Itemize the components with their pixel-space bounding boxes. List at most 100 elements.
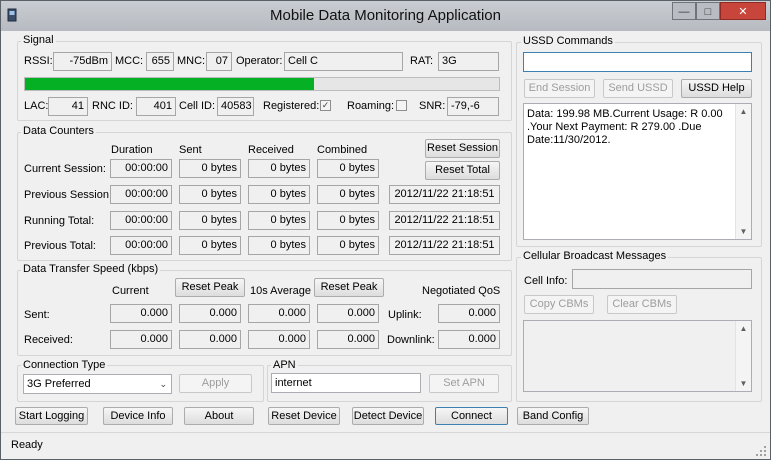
rat-value: 3G xyxy=(438,52,499,71)
rnc-id-label: RNC ID: xyxy=(92,100,133,112)
cbm-group-label: Cellular Broadcast Messages xyxy=(521,250,669,262)
average-header: 10s Average xyxy=(250,285,311,297)
received-label: Received: xyxy=(24,334,73,346)
data-counters-label: Data Counters xyxy=(21,125,96,137)
received-value: 0 bytes xyxy=(248,159,310,178)
maximize-icon: □ xyxy=(704,6,712,18)
sent-value: 0 bytes xyxy=(179,159,241,178)
uplink-label: Uplink: xyxy=(388,309,422,321)
row-label: Running Total: xyxy=(24,215,95,227)
close-icon: ✕ xyxy=(738,6,748,18)
combined-value: 0 bytes xyxy=(317,211,379,230)
cell-id-label: Cell ID: xyxy=(179,100,216,112)
apn-label: APN xyxy=(271,359,298,371)
col-received: Received xyxy=(248,144,294,156)
end-session-button[interactable]: End Session xyxy=(524,79,595,98)
ussd-scrollbar[interactable]: ▲ ▼ xyxy=(735,104,751,239)
sent-current-value: 0.000 xyxy=(110,304,172,323)
duration-value: 00:00:00 xyxy=(110,236,172,255)
sent-value: 0 bytes xyxy=(179,236,241,255)
cell-info-value xyxy=(572,269,752,289)
reset-total-button[interactable]: Reset Total xyxy=(425,161,500,180)
status-text: Ready xyxy=(11,439,43,451)
connect-button[interactable]: Connect xyxy=(435,407,508,425)
received-value: 0 bytes xyxy=(248,236,310,255)
chevron-down-icon: ⌄ xyxy=(159,379,167,389)
reset-peak-button-2[interactable]: Reset Peak xyxy=(314,278,384,297)
status-bar: Ready xyxy=(1,432,770,460)
sent-average-value: 0.000 xyxy=(248,304,310,323)
rssi-label: RSSI: xyxy=(24,55,53,67)
timestamp-value: 2012/11/22 21:18:51 xyxy=(389,211,500,230)
sent-value: 0 bytes xyxy=(179,211,241,230)
received-average-peak-value: 0.000 xyxy=(317,330,379,349)
downlink-label: Downlink: xyxy=(387,334,435,346)
mnc-value: 07 xyxy=(206,52,232,71)
mcc-label: MCC: xyxy=(115,55,144,67)
signal-strength-bar xyxy=(24,77,500,91)
downlink-value: 0.000 xyxy=(438,330,500,349)
operator-label: Operator: xyxy=(236,55,283,67)
close-button[interactable]: ✕ xyxy=(720,2,766,20)
reset-device-button[interactable]: Reset Device xyxy=(268,407,340,425)
signal-strength-fill xyxy=(25,78,315,90)
scroll-up-icon: ▲ xyxy=(739,107,748,116)
col-duration: Duration xyxy=(111,144,153,156)
apn-input[interactable]: internet xyxy=(271,373,421,393)
speed-group-label: Data Transfer Speed (kbps) xyxy=(21,263,161,275)
band-config-button[interactable]: Band Config xyxy=(517,407,589,425)
copy-cbms-button[interactable]: Copy CBMs xyxy=(524,295,594,314)
rnc-id-value: 401 xyxy=(136,97,176,116)
sent-average-peak-value: 0.000 xyxy=(317,304,379,323)
sent-value: 0 bytes xyxy=(179,185,241,204)
cell-id-value: 40583 xyxy=(217,97,254,116)
registered-checkbox[interactable]: ✓ xyxy=(320,100,331,111)
sent-label: Sent: xyxy=(24,309,50,321)
snr-value: -79,-6 xyxy=(447,97,499,116)
rat-label: RAT: xyxy=(410,55,434,67)
about-button[interactable]: About xyxy=(184,407,254,425)
minimize-icon: — xyxy=(678,6,690,18)
received-value: 0 bytes xyxy=(248,185,310,204)
minimize-button[interactable]: — xyxy=(672,2,696,20)
cbm-list[interactable]: ▲ ▼ xyxy=(523,320,752,392)
connection-type-select[interactable]: 3G Preferred ⌄ xyxy=(23,374,172,394)
timestamp-value: 2012/11/22 21:18:51 xyxy=(389,236,500,255)
row-label: Current Session: xyxy=(24,163,106,175)
roaming-checkbox[interactable] xyxy=(396,100,407,111)
cbm-scrollbar[interactable]: ▲ ▼ xyxy=(735,321,751,391)
uplink-value: 0.000 xyxy=(438,304,500,323)
set-apn-button[interactable]: Set APN xyxy=(429,374,499,393)
window-title: Mobile Data Monitoring Application xyxy=(270,7,501,24)
ussd-response-box[interactable]: Data: 199.98 MB.Current Usage: R 0.00 .Y… xyxy=(523,103,752,240)
app-window: Mobile Data Monitoring Application — □ ✕… xyxy=(0,0,771,460)
duration-value: 00:00:00 xyxy=(110,159,172,178)
received-peak-value: 0.000 xyxy=(179,330,241,349)
reset-peak-button-1[interactable]: Reset Peak xyxy=(175,278,245,297)
sent-peak-value: 0.000 xyxy=(179,304,241,323)
send-ussd-button[interactable]: Send USSD xyxy=(603,79,673,98)
received-average-value: 0.000 xyxy=(248,330,310,349)
duration-value: 00:00:00 xyxy=(110,211,172,230)
reset-session-button[interactable]: Reset Session xyxy=(425,139,500,158)
timestamp-value: 2012/11/22 21:18:51 xyxy=(389,185,500,204)
device-info-button[interactable]: Device Info xyxy=(103,407,173,425)
scroll-down-icon: ▼ xyxy=(739,227,748,236)
ussd-response-text: Data: 199.98 MB.Current Usage: R 0.00 .Y… xyxy=(527,108,723,146)
connection-type-value: 3G Preferred xyxy=(27,378,91,390)
ussd-help-button[interactable]: USSD Help xyxy=(681,79,752,98)
resize-grip-icon[interactable] xyxy=(755,445,767,457)
rssi-value: -75dBm xyxy=(53,52,112,71)
clear-cbms-button[interactable]: Clear CBMs xyxy=(607,295,677,314)
start-logging-button[interactable]: Start Logging xyxy=(15,407,88,425)
ussd-command-input[interactable] xyxy=(523,52,752,72)
snr-label: SNR: xyxy=(419,100,446,112)
maximize-button[interactable]: □ xyxy=(696,2,720,20)
received-value: 0 bytes xyxy=(248,211,310,230)
current-header: Current xyxy=(112,285,149,297)
scroll-up-icon: ▲ xyxy=(739,324,748,333)
combined-value: 0 bytes xyxy=(317,185,379,204)
detect-device-button[interactable]: Detect Device xyxy=(352,407,424,425)
apply-button[interactable]: Apply xyxy=(179,374,252,393)
col-sent: Sent xyxy=(179,144,202,156)
